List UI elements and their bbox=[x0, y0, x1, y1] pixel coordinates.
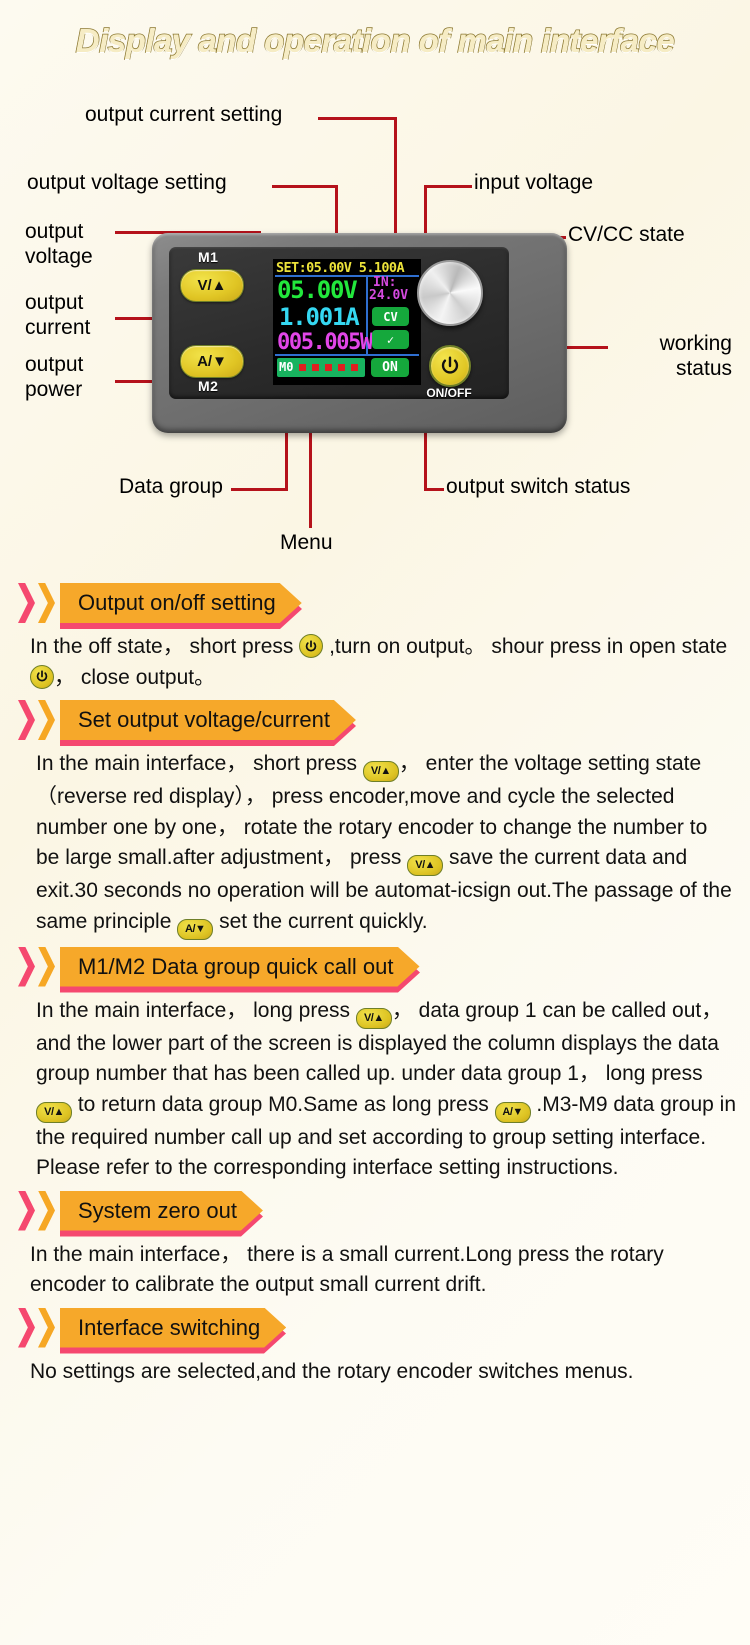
inline-power-key-icon bbox=[30, 664, 54, 689]
section-heading: System zero out bbox=[60, 1191, 263, 1231]
lcd-group-square bbox=[351, 364, 358, 371]
section-system-zero-out: System zero out In the main interface， th… bbox=[0, 1188, 750, 1301]
power-icon bbox=[441, 356, 459, 374]
callout-line-dg-h bbox=[231, 488, 288, 491]
m2-label: M2 bbox=[198, 378, 219, 394]
callout-label-output-current-line1: output bbox=[25, 291, 84, 314]
inline-voltage-key-icon: V/▲ bbox=[355, 1007, 392, 1029]
callout-line-output-current-setting-h bbox=[318, 117, 396, 120]
triangle-down-icon: ▼ bbox=[212, 353, 227, 370]
callout-line-ovs-h bbox=[272, 185, 337, 188]
chevron-icon bbox=[18, 1190, 35, 1231]
callout-label-output-power: output power bbox=[25, 352, 83, 402]
callout-label-cv-cc-state: CV/CC state bbox=[568, 223, 685, 246]
chevron-icon bbox=[18, 700, 35, 740]
annotated-device-diagram: output current setting output voltage se… bbox=[0, 90, 750, 570]
lcd-output-on-badge: ON bbox=[371, 358, 409, 377]
chevron-icon bbox=[18, 1307, 35, 1348]
section-paragraph: In the main interface， short press V/▲， … bbox=[0, 743, 750, 940]
section-heading: Interface switching bbox=[60, 1308, 286, 1348]
section-banner-m1-m2-data-group-quick-call-out: M1/M2 Data group quick call out bbox=[18, 944, 750, 990]
page-title: Display and operation of main interface bbox=[75, 21, 676, 60]
lcd-output-power: 005.005W bbox=[277, 330, 373, 355]
section-banner-system-zero-out: System zero out bbox=[18, 1188, 750, 1234]
chevron-icon bbox=[18, 583, 35, 623]
voltage-up-button-label: V/ bbox=[197, 277, 212, 294]
power-onoff-button[interactable] bbox=[429, 345, 471, 387]
lcd-output-voltage: 05.00V bbox=[277, 276, 358, 304]
inline-voltage-key-icon: V/▲ bbox=[407, 855, 444, 876]
section-banner-output-onoff-setting: Output on/off setting bbox=[18, 580, 750, 626]
section-paragraph: In the off state， short press ,turn on o… bbox=[30, 634, 728, 689]
lcd-set-line: SET:05.00V 5.100A bbox=[276, 260, 405, 276]
instruction-sections: Output on/off setting In the off state， s… bbox=[0, 580, 750, 1391]
section-output-onoff-setting: Output on/off setting In the off state， s… bbox=[0, 580, 750, 693]
section-interface-switching: Interface switching No settings are selec… bbox=[0, 1305, 750, 1388]
voltage-up-button[interactable]: V/▲ bbox=[180, 269, 244, 302]
lcd-screen: SET:05.00V 5.100A 05.00V 1.001A 005.005W… bbox=[273, 259, 421, 385]
callout-label-output-switch-status: output switch status bbox=[446, 475, 631, 498]
callout-label-output-voltage-line2: voltage bbox=[25, 245, 93, 268]
section-heading: Set output voltage/current bbox=[60, 700, 356, 740]
lcd-group-square bbox=[325, 364, 332, 371]
rotary-encoder-knob[interactable] bbox=[417, 260, 483, 326]
callout-label-output-power-line2: power bbox=[25, 378, 83, 401]
section-banner-set-output-voltage-current: Set output voltage/current bbox=[18, 697, 750, 743]
lcd-group-square bbox=[299, 364, 306, 371]
lcd-group-square bbox=[338, 364, 345, 371]
lcd-output-current: 1.001A bbox=[279, 303, 360, 331]
power-supply-module: M1 V/▲ A/▼ M2 SET:05.00V 5.100A 05.00V 1… bbox=[152, 233, 567, 433]
callout-label-working-status: working status bbox=[614, 331, 732, 381]
lcd-input-voltage-value: 24.0V bbox=[369, 288, 409, 303]
lcd-data-group-label: M0 bbox=[279, 360, 294, 374]
callout-label-output-current-setting: output current setting bbox=[85, 103, 283, 126]
callout-label-output-current-line2: current bbox=[25, 316, 91, 339]
callout-label-output-voltage-setting: output voltage setting bbox=[27, 171, 227, 194]
callout-label-output-current: output current bbox=[25, 290, 90, 340]
callout-label-working-status-line1: working bbox=[659, 332, 732, 355]
callout-label-output-voltage: output voltage bbox=[25, 219, 93, 269]
current-down-button-label: A/ bbox=[197, 353, 213, 370]
callout-label-menu: Menu bbox=[280, 531, 333, 554]
section-heading: Output on/off setting bbox=[60, 583, 302, 623]
section-set-output-voltage-current: Set output voltage/current In the main in… bbox=[0, 697, 750, 940]
inline-voltage-key-icon: V/▲ bbox=[36, 1101, 72, 1123]
lcd-data-group-bar: M0 bbox=[277, 358, 365, 377]
callout-label-output-power-line1: output bbox=[25, 353, 84, 376]
onoff-label: ON/OFF bbox=[426, 386, 472, 400]
inline-power-key-icon bbox=[299, 634, 324, 658]
lcd-group-square bbox=[312, 364, 319, 371]
current-down-button[interactable]: A/▼ bbox=[180, 345, 244, 378]
callout-label-output-voltage-line1: output bbox=[25, 220, 84, 243]
section-paragraph: No settings are selected,and the rotary … bbox=[30, 1359, 634, 1383]
chevron-icon bbox=[18, 946, 35, 987]
lcd-check-badge: ✓ bbox=[372, 330, 409, 349]
inline-current-key-icon: A/▼ bbox=[177, 918, 214, 940]
m1-label: M1 bbox=[198, 249, 219, 265]
callout-label-input-voltage: input voltage bbox=[474, 171, 594, 194]
section-paragraph: In the main interface， there is a small … bbox=[30, 1242, 664, 1297]
chevron-icon bbox=[38, 1307, 55, 1348]
chevron-icon bbox=[38, 1190, 55, 1231]
callout-label-working-status-line2: status bbox=[675, 357, 732, 380]
section-paragraph: In the main interface， long press V/▲， d… bbox=[36, 998, 737, 1179]
lcd-cv-badge: CV bbox=[372, 307, 409, 326]
section-banner-interface-switching: Interface switching bbox=[18, 1305, 750, 1351]
section-heading: M1/M2 Data group quick call out bbox=[60, 947, 420, 987]
chevron-icon bbox=[38, 946, 55, 987]
callout-line-iv-h bbox=[424, 185, 472, 188]
callout-line-oss-h bbox=[424, 488, 444, 491]
section-m1-m2-data-group-quick-call-out: M1/M2 Data group quick call out In the ma… bbox=[0, 944, 750, 1184]
callout-label-data-group: Data group bbox=[119, 475, 223, 498]
inline-current-key-icon: A/▼ bbox=[494, 1101, 531, 1123]
triangle-up-icon: ▲ bbox=[211, 277, 227, 294]
inline-voltage-key-icon: V/▲ bbox=[362, 761, 399, 782]
chevron-icon bbox=[38, 700, 55, 740]
chevron-icon bbox=[38, 583, 55, 623]
